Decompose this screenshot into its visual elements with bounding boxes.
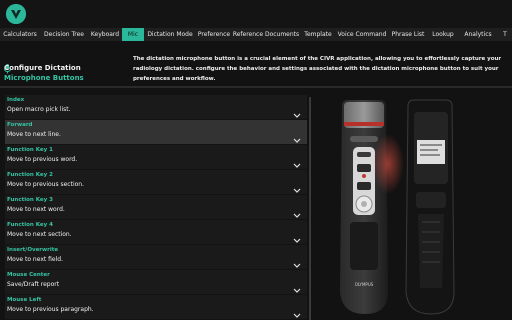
list-scrollbar[interactable] [309,97,311,320]
tab-keyboard[interactable]: Keyboard [88,28,122,41]
page-header: Configure Dictation Microphone Buttons [0,41,134,88]
row-label: Mouse Left [7,297,42,303]
tab-mic[interactable]: Mic [122,28,144,41]
row-value: Move to next line. [7,131,61,138]
tab-template[interactable]: Template [300,28,336,41]
page-description: The dictation microphone button is a cru… [133,56,502,82]
tab-decision-tree[interactable]: Decision Tree [40,28,88,41]
row-value: Move to previous paragraph. [7,306,94,313]
tab-calculators[interactable]: Calculators [0,28,40,41]
header-divider [0,86,512,88]
row-label: Index [7,97,25,103]
olympus-brand-text: OLYMPUS [355,282,374,287]
tab-preference[interactable]: Preference [196,28,232,41]
row-label: Function Key 1 [7,147,53,153]
tab-dictation-mode[interactable]: Dictation Mode [144,28,196,41]
mapping-row-function-key-1[interactable]: Function Key 1 Move to previous word. [5,145,307,169]
chevron-down-icon[interactable] [293,179,301,193]
page-subtitle: Microphone Buttons [4,74,84,82]
tab-analytics[interactable]: Analytics [458,28,498,41]
page-title: Configure Dictation [4,64,81,72]
chevron-down-icon[interactable] [293,154,301,168]
row-label: Function Key 4 [7,222,53,228]
row-label: Function Key 2 [7,172,53,178]
chevron-down-icon[interactable] [293,304,301,318]
row-value: Move to next section. [7,231,72,238]
row-value: Move to previous word. [7,156,78,163]
chevron-down-icon[interactable] [293,104,301,118]
row-label: Insert/Overwrite [7,247,59,253]
mapping-row-mouse-left[interactable]: Mouse Left Move to previous paragraph. [5,295,307,319]
row-value: Move to next field. [7,256,63,263]
tab-reference-documents[interactable]: Reference Documents [232,28,300,41]
row-value: Move to next word. [7,206,65,213]
tab-bar: Calculators Decision Tree Keyboard Mic D… [0,28,512,41]
tab-voice-command[interactable]: Voice Command [336,28,388,41]
chevron-down-icon[interactable] [293,129,301,143]
row-value: Open macro pick list. [7,106,71,113]
mapping-row-insert-overwrite[interactable]: Insert/Overwrite Move to next field. [5,245,307,269]
chevron-down-icon[interactable] [293,229,301,243]
mapping-row-mouse-center[interactable]: Mouse Center Save/Draft report [5,270,307,294]
row-label: Forward [7,122,33,128]
chevron-down-icon[interactable] [293,204,301,218]
mapping-row-function-key-4[interactable]: Function Key 4 Move to next section. [5,220,307,244]
civr-logo-icon[interactable] [6,4,26,24]
chevron-down-icon[interactable] [293,254,301,268]
top-bar [0,0,512,28]
row-value: Save/Draft report [7,281,60,288]
tab-overflow[interactable]: T [498,28,512,41]
row-value: Move to previous section. [7,181,85,188]
row-label: Function Key 3 [7,197,53,203]
tab-lookup[interactable]: Lookup [428,28,458,41]
chevron-down-icon[interactable] [293,279,301,293]
tab-phrase-list[interactable]: Phrase List [388,28,428,41]
row-label: Mouse Center [7,272,50,278]
mapping-row-forward[interactable]: Forward Move to next line. [5,120,307,144]
mapping-row-index[interactable]: Index Open macro pick list. [5,95,307,119]
button-mapping-list: Index Open macro pick list. Forward Move… [0,95,307,320]
mapping-row-function-key-3[interactable]: Function Key 3 Move to next word. [5,195,307,219]
dictation-microphone-image: OLYMPUS [320,92,505,320]
mapping-row-function-key-2[interactable]: Function Key 2 Move to previous section. [5,170,307,194]
